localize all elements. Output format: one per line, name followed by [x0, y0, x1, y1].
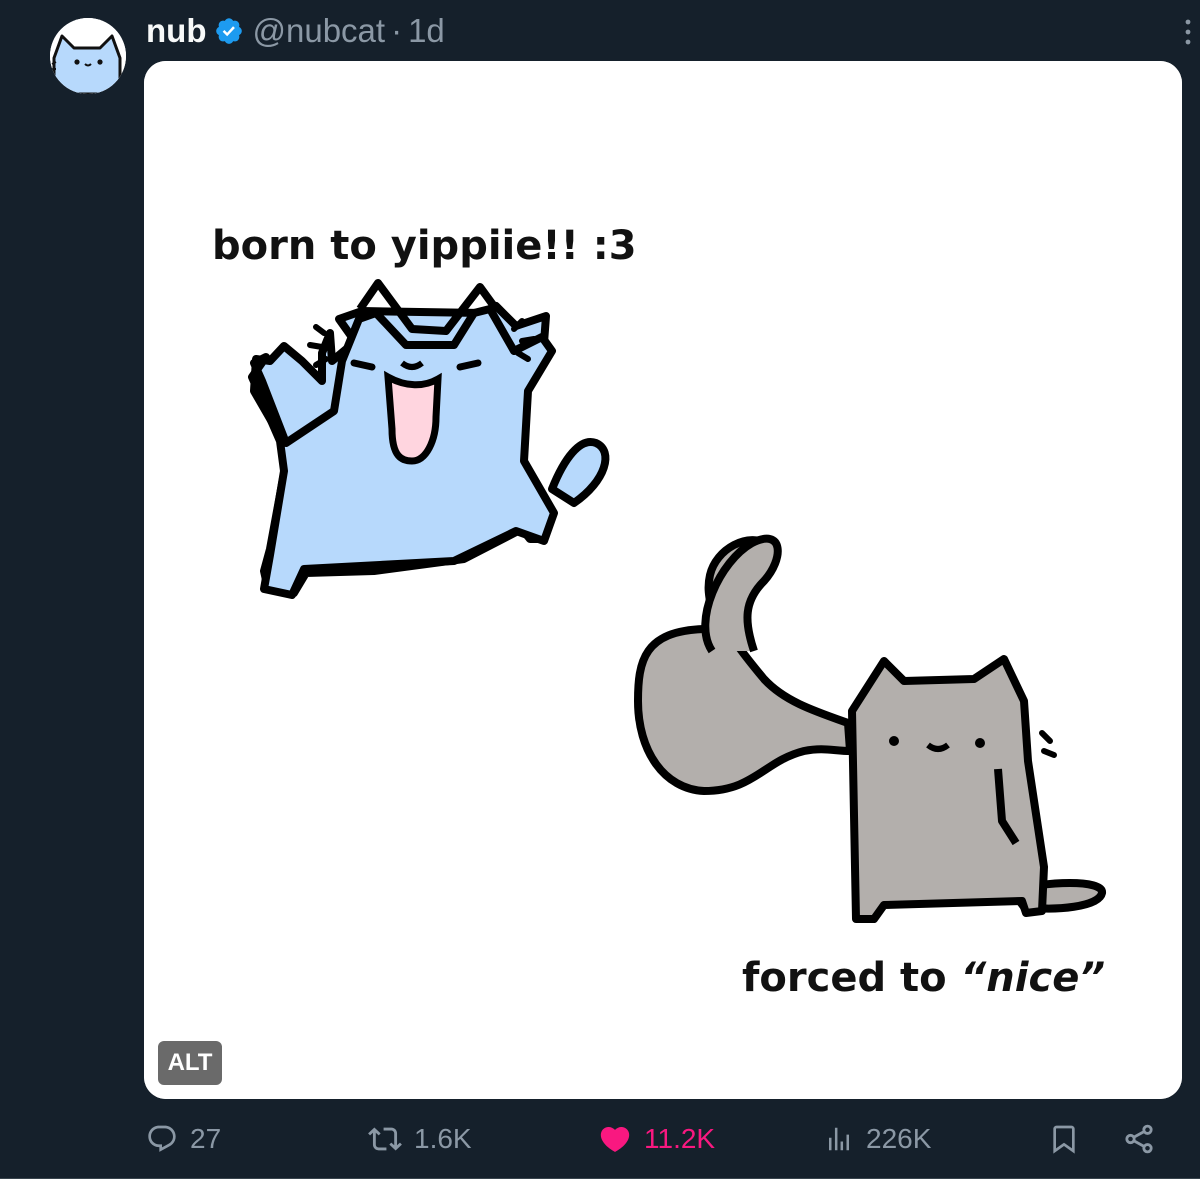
- tweet-header: nub @nubcat · 1d: [146, 8, 445, 54]
- bookmark-button[interactable]: [1048, 1116, 1080, 1162]
- avatar[interactable]: [50, 18, 126, 94]
- meme-image: born to yippiie!! :3 forced to “nice”: [144, 61, 1182, 1099]
- verified-badge-icon: [214, 16, 244, 46]
- bottom-caption: forced to “nice”: [742, 955, 1105, 1001]
- tweet-image[interactable]: born to yippiie!! :3 forced to “nice” AL…: [144, 61, 1182, 1099]
- reply-count: 27: [190, 1123, 222, 1154]
- action-bar: 27 1.6K 11.2K 226K: [146, 1116, 1186, 1162]
- views-chart-icon: [829, 1127, 849, 1151]
- retweet-icon: [368, 1127, 402, 1151]
- author-handle[interactable]: @nubcat: [252, 12, 385, 50]
- timestamp[interactable]: 1d: [408, 12, 445, 50]
- separator-dot: ·: [391, 12, 403, 49]
- bookmark-icon: [1053, 1125, 1075, 1154]
- tweet: nub @nubcat · 1d born to yippiie!! :3 fo…: [0, 0, 1200, 1179]
- retweet-count: 1.6K: [414, 1123, 472, 1154]
- top-caption: born to yippiie!! :3: [212, 223, 637, 269]
- share-button[interactable]: [1122, 1116, 1156, 1162]
- like-button[interactable]: 11.2K: [598, 1116, 715, 1162]
- share-icon: [1125, 1124, 1153, 1154]
- bottom-caption-quoted: “nice”: [961, 955, 1106, 1001]
- bottom-caption-prefix: forced to: [742, 955, 961, 1001]
- reply-button[interactable]: 27: [146, 1116, 221, 1162]
- more-options-icon[interactable]: [1180, 16, 1196, 48]
- view-count: 226K: [866, 1123, 932, 1154]
- heart-filled-icon: [600, 1126, 630, 1152]
- alt-text-button[interactable]: ALT: [158, 1041, 222, 1085]
- reply-icon: [148, 1125, 176, 1152]
- like-count: 11.2K: [644, 1123, 716, 1154]
- cat-avatar-icon: [50, 18, 126, 94]
- views-button[interactable]: 226K: [824, 1116, 931, 1162]
- display-name[interactable]: nub: [146, 12, 206, 50]
- retweet-button[interactable]: 1.6K: [368, 1116, 472, 1162]
